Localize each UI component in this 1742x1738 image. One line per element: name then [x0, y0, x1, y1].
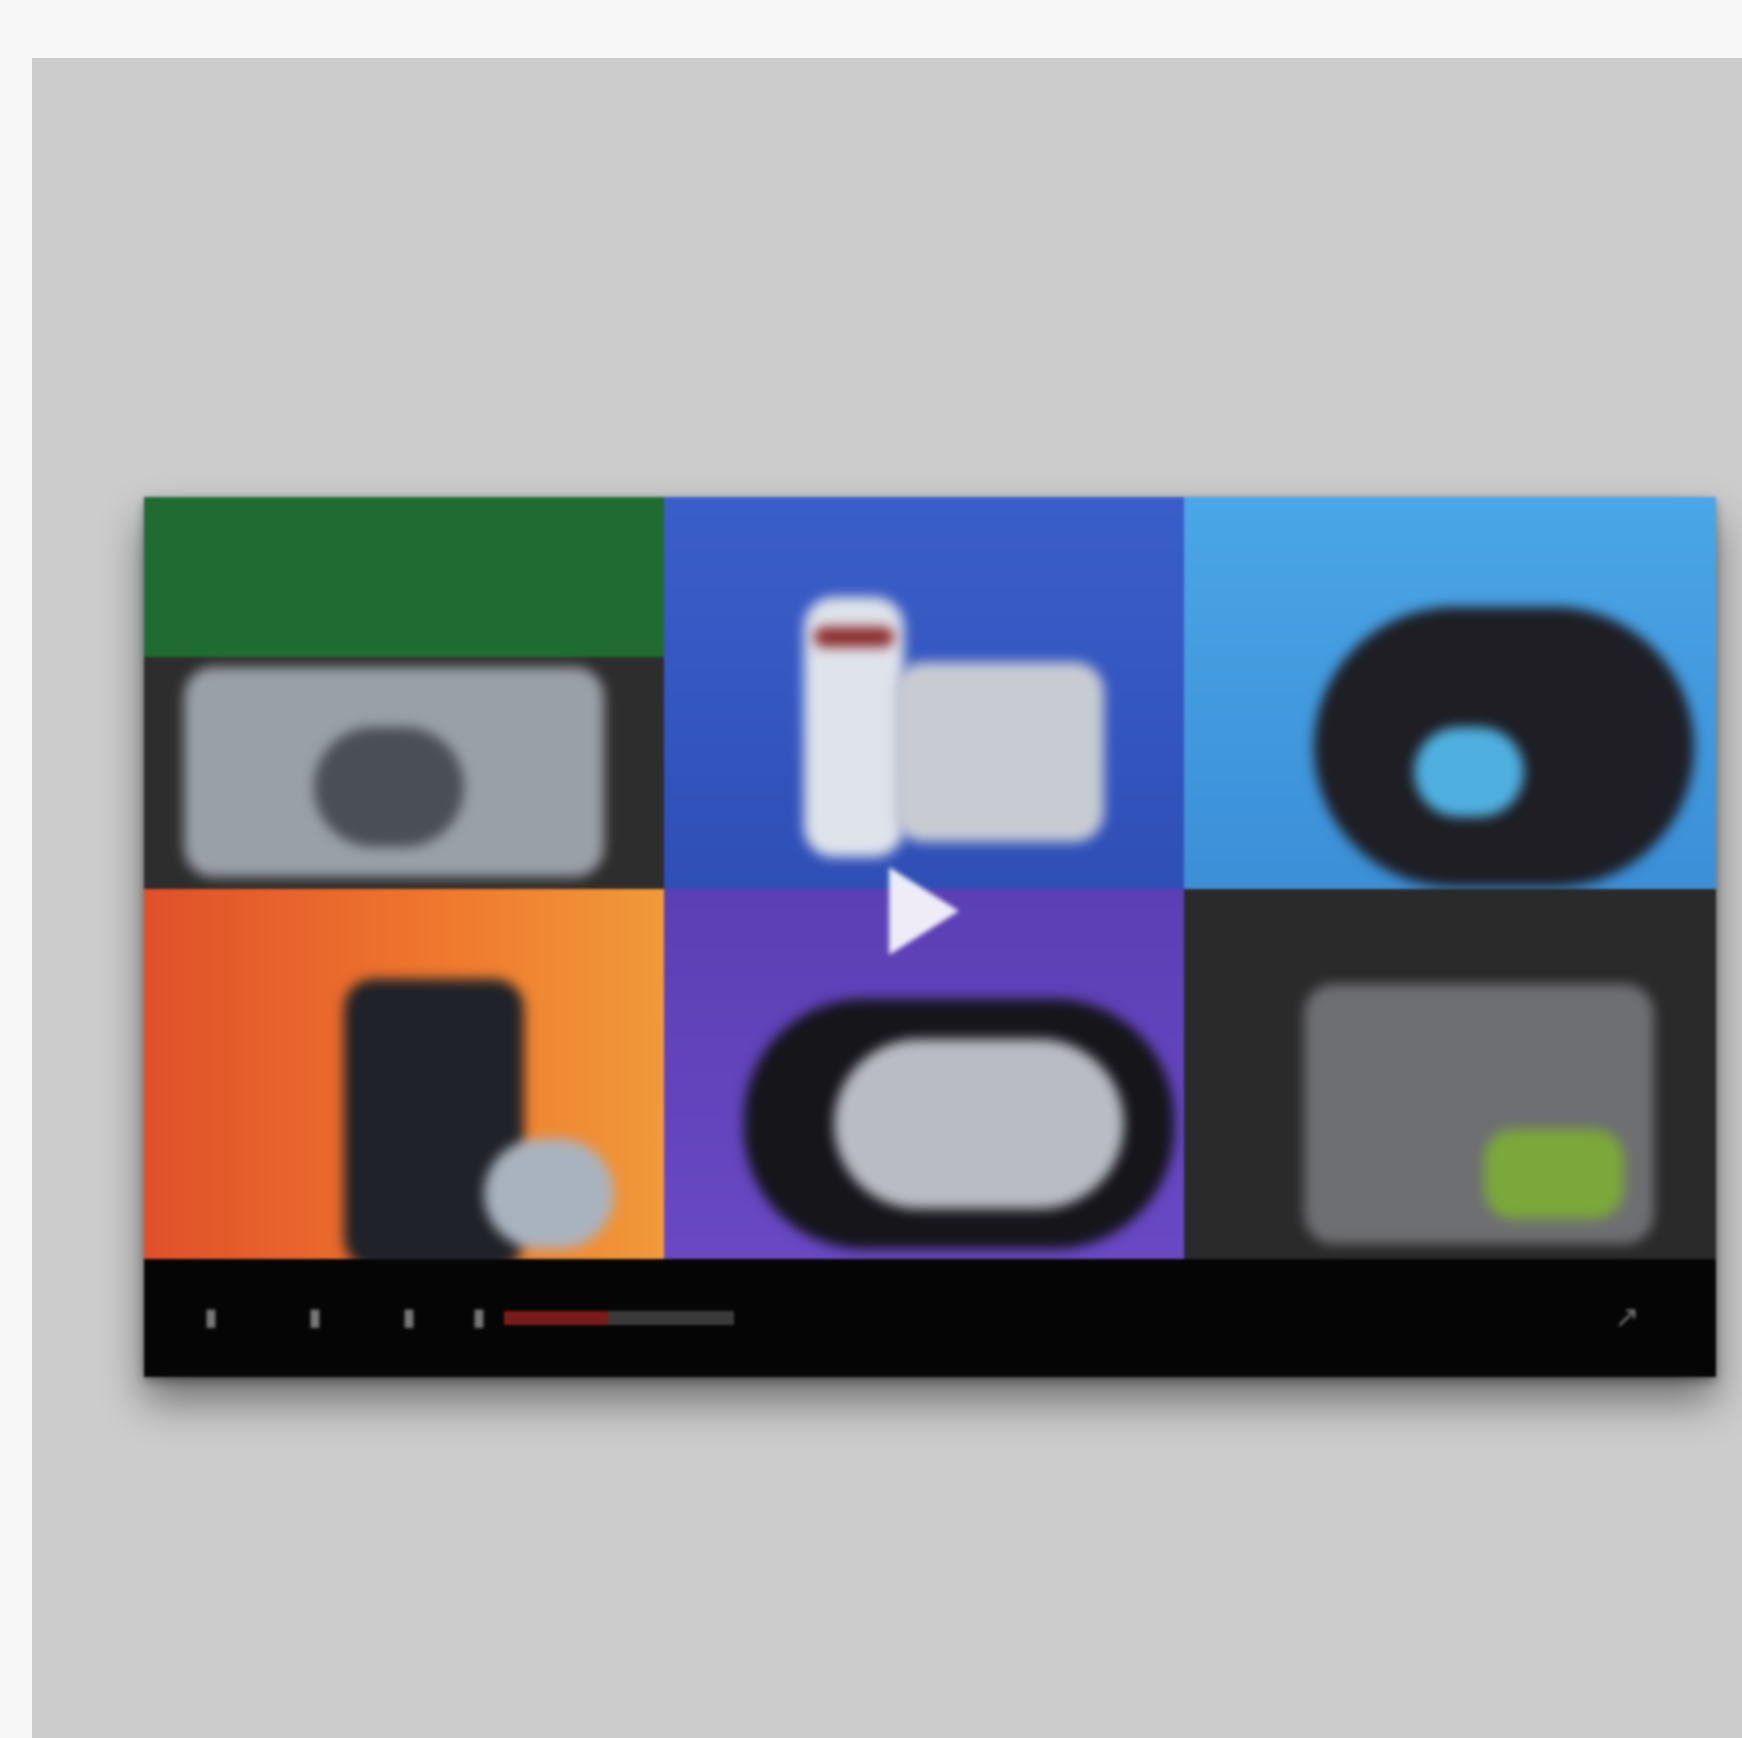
progress-fill: [504, 1311, 608, 1325]
video-tile-3: [1184, 497, 1716, 889]
volume-icon[interactable]: ▮: [466, 1305, 492, 1331]
play-icon[interactable]: ▮: [302, 1305, 328, 1331]
fullscreen-icon[interactable]: ↗: [1614, 1303, 1640, 1333]
video-tile-4: [144, 889, 664, 1259]
controller-display: [814, 627, 894, 647]
video-tile-6: [1184, 889, 1716, 1259]
video-tile-1: [144, 497, 664, 889]
video-control-bar: ▮ ▮ ▮ ▮ ↗: [144, 1259, 1716, 1377]
progress-bar[interactable]: [504, 1311, 734, 1325]
fan-blade-highlight: [1414, 727, 1524, 817]
video-player[interactable]: ▮ ▮ ▮ ▮ ↗: [144, 497, 1716, 1377]
next-icon[interactable]: ▮: [396, 1305, 422, 1331]
drive-display: [1484, 1129, 1624, 1219]
previous-icon[interactable]: ▮: [198, 1305, 224, 1331]
play-overlay-icon[interactable]: [889, 867, 959, 955]
pump-housing: [834, 1039, 1124, 1209]
motor-image-2: [894, 662, 1104, 842]
tile-title-band: [144, 497, 664, 657]
video-tile-2: [664, 497, 1184, 889]
motor-image-1-core: [314, 727, 464, 847]
gearmotor-shaft: [484, 1139, 614, 1249]
page-background: ▮ ▮ ▮ ▮ ↗: [32, 58, 1742, 1738]
